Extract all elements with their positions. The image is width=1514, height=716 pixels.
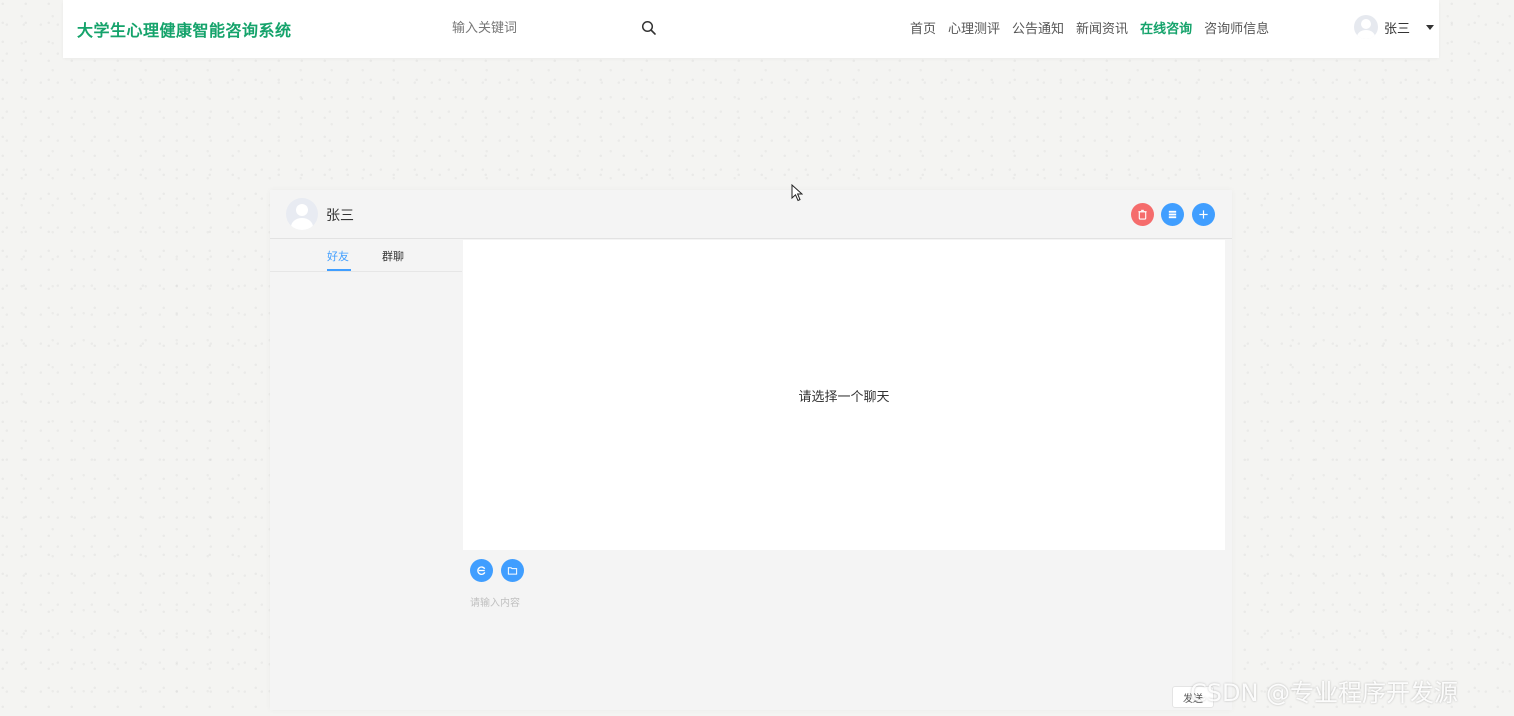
folder-icon xyxy=(507,567,518,575)
chat-panel: 张三 好友 群聊 请选择一个聊天 请输入内容 发送 xyxy=(270,190,1232,710)
list-button[interactable] xyxy=(1161,203,1184,226)
plus-icon xyxy=(1199,210,1208,219)
user-menu[interactable]: 张三 xyxy=(1354,15,1435,39)
nav-counselor-info[interactable]: 咨询师信息 xyxy=(1204,18,1269,37)
chat-header: 张三 xyxy=(270,190,1232,239)
emoji-button[interactable] xyxy=(470,559,493,582)
empty-chat-tip: 请选择一个聊天 xyxy=(798,389,890,405)
nav-online-consult[interactable]: 在线咨询 xyxy=(1140,18,1192,37)
main-nav: 首页 心理测评 公告通知 新闻资讯 在线咨询 咨询师信息 xyxy=(910,18,1269,37)
list-icon xyxy=(1168,210,1177,219)
top-header: 大学生心理健康智能咨询系统 首页 心理测评 公告通知 新闻资讯 在线咨询 咨询师… xyxy=(63,0,1439,58)
chat-user-avatar xyxy=(286,198,318,230)
chat-message-area: 请选择一个聊天 xyxy=(463,240,1225,550)
trash-icon xyxy=(1138,209,1147,220)
user-name: 张三 xyxy=(1384,21,1411,37)
tab-friends[interactable]: 好友 xyxy=(327,248,349,264)
delete-button[interactable] xyxy=(1131,203,1154,226)
search-input[interactable] xyxy=(448,14,628,42)
search-box xyxy=(448,14,658,42)
add-button[interactable] xyxy=(1192,203,1215,226)
emoji-icon xyxy=(477,566,486,575)
file-button[interactable] xyxy=(501,559,524,582)
chevron-down-icon xyxy=(1426,24,1435,30)
message-input[interactable] xyxy=(470,594,1210,674)
chat-user-name: 张三 xyxy=(326,208,354,224)
contact-tabs: 好友 群聊 xyxy=(270,240,462,272)
nav-news[interactable]: 新闻资讯 xyxy=(1076,18,1128,37)
nav-home[interactable]: 首页 xyxy=(910,18,936,37)
watermark: CSDN @专业程序开发源 xyxy=(1190,679,1459,707)
search-icon[interactable] xyxy=(641,20,657,36)
nav-psych-test[interactable]: 心理测评 xyxy=(948,18,1000,37)
tab-active-indicator xyxy=(327,269,351,271)
nav-announcements[interactable]: 公告通知 xyxy=(1012,18,1064,37)
mouse-cursor-icon xyxy=(791,184,803,202)
user-avatar xyxy=(1354,15,1378,39)
site-logo[interactable]: 大学生心理健康智能咨询系统 xyxy=(77,17,292,41)
tab-groups[interactable]: 群聊 xyxy=(382,248,404,264)
